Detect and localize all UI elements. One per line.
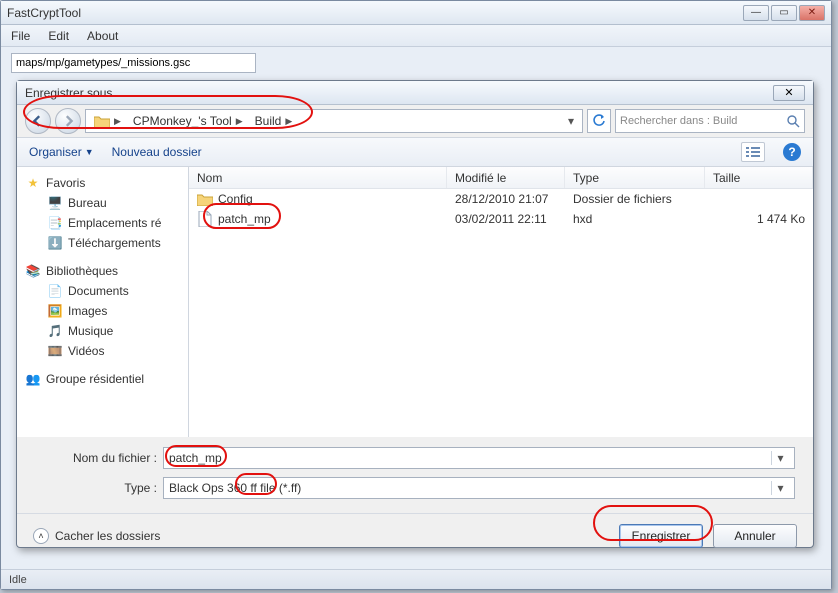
table-row[interactable]: patch_mp 03/02/2011 22:11 hxd 1 474 Ko	[189, 209, 813, 229]
save-fields: Nom du fichier : patch_mp ▾ Type : Black…	[17, 437, 813, 513]
chevron-right-icon: ▶	[285, 116, 292, 127]
folder-icon	[94, 114, 110, 128]
col-name[interactable]: Nom	[189, 167, 447, 188]
breadcrumb[interactable]: ▶ CPMonkey_'s Tool ▶ Build ▶ ▾	[85, 109, 583, 133]
menu-edit[interactable]: Edit	[48, 29, 69, 43]
nav-row: ▶ CPMonkey_'s Tool ▶ Build ▶ ▾ Recherche…	[17, 105, 813, 137]
breadcrumb-dropdown[interactable]: ▾	[562, 114, 580, 128]
col-size[interactable]: Taille	[705, 167, 813, 188]
minimize-button[interactable]: —	[743, 5, 769, 21]
folder-icon	[197, 191, 213, 207]
sidebar-item-recent[interactable]: 📑 Emplacements ré	[25, 213, 188, 233]
chevron-down-icon[interactable]: ▾	[771, 451, 789, 465]
sidebar: ★ Favoris 🖥️ Bureau 📑 Emplacements ré ⬇️…	[17, 167, 189, 437]
filename-label: Nom du fichier :	[35, 451, 163, 465]
col-modified[interactable]: Modifié le	[447, 167, 565, 188]
filetype-select[interactable]: Black Ops 360 ff file (*.ff) ▾	[163, 477, 795, 499]
maximize-button[interactable]: ▭	[771, 5, 797, 21]
menu-about[interactable]: About	[87, 29, 118, 43]
refresh-icon	[592, 114, 606, 128]
dialog-toolbar: Organiser ▼ Nouveau dossier ?	[17, 137, 813, 167]
cancel-button[interactable]: Annuler	[713, 524, 797, 548]
filename-input[interactable]: patch_mp ▾	[163, 447, 795, 469]
statusbar: Idle	[1, 569, 831, 589]
script-path-input[interactable]: maps/mp/gametypes/_missions.gsc	[11, 53, 256, 73]
sidebar-item-images[interactable]: 🖼️ Images	[25, 301, 188, 321]
dialog-footer: ˄ Cacher les dossiers Enregistrer Annule…	[17, 513, 813, 557]
sidebar-item-documents[interactable]: 📄 Documents	[25, 281, 188, 301]
hide-folders-toggle[interactable]: ˄ Cacher les dossiers	[33, 528, 160, 544]
desktop-icon: 🖥️	[47, 195, 63, 211]
table-row[interactable]: Config 28/12/2010 21:07 Dossier de fichi…	[189, 189, 813, 209]
sidebar-item-music[interactable]: 🎵 Musique	[25, 321, 188, 341]
app-title: FastCryptTool	[7, 6, 743, 20]
refresh-button[interactable]	[587, 109, 611, 133]
sidebar-item-downloads[interactable]: ⬇️ Téléchargements	[25, 233, 188, 253]
star-icon: ★	[25, 175, 41, 191]
filetype-label: Type :	[35, 481, 163, 495]
app-titlebar: FastCryptTool — ▭ ✕	[1, 1, 831, 25]
menu-file[interactable]: File	[11, 29, 30, 43]
music-icon: 🎵	[47, 323, 63, 339]
close-button[interactable]: ✕	[799, 5, 825, 21]
dialog-title: Enregistrer sous	[25, 86, 773, 100]
file-icon	[197, 211, 213, 227]
back-button[interactable]	[25, 108, 51, 134]
libraries-icon: 📚	[25, 263, 41, 279]
breadcrumb-seg-1[interactable]: CPMonkey_'s Tool ▶	[127, 110, 249, 132]
chevron-right-icon: ▶	[236, 116, 243, 127]
arrow-left-icon	[32, 115, 44, 127]
organize-button[interactable]: Organiser ▼	[29, 145, 94, 159]
breadcrumb-seg-2[interactable]: Build ▶	[249, 110, 299, 132]
homegroup-icon: 👥	[25, 371, 41, 387]
chevron-down-icon[interactable]: ▾	[771, 481, 789, 495]
menubar: File Edit About	[1, 25, 831, 47]
sidebar-libraries-head[interactable]: 📚 Bibliothèques	[25, 261, 188, 281]
save-button[interactable]: Enregistrer	[619, 524, 703, 548]
search-placeholder: Rechercher dans : Build	[620, 115, 787, 127]
file-list: Nom Modifié le Type Taille Config 28/12/…	[189, 167, 813, 437]
breadcrumb-root[interactable]: ▶	[88, 110, 127, 132]
sidebar-favorites-head[interactable]: ★ Favoris	[25, 173, 188, 193]
chevron-up-icon: ˄	[33, 528, 49, 544]
view-menu-button[interactable]	[741, 142, 765, 162]
recent-icon: 📑	[47, 215, 63, 231]
save-as-dialog: Enregistrer sous ✕ ▶ CPMonkey_'s Tool ▶ …	[16, 80, 814, 548]
search-icon	[787, 115, 800, 128]
file-list-header: Nom Modifié le Type Taille	[189, 167, 813, 189]
videos-icon: 🎞️	[47, 343, 63, 359]
sidebar-homegroup-head[interactable]: 👥 Groupe résidentiel	[25, 369, 188, 389]
status-text: Idle	[9, 574, 27, 586]
chevron-down-icon: ▼	[85, 147, 94, 157]
chevron-right-icon: ▶	[114, 116, 121, 127]
arrow-right-icon	[62, 115, 74, 127]
documents-icon: 📄	[47, 283, 63, 299]
dialog-close-button[interactable]: ✕	[773, 85, 805, 101]
downloads-icon: ⬇️	[47, 235, 63, 251]
search-input[interactable]: Rechercher dans : Build	[615, 109, 805, 133]
forward-button[interactable]	[55, 108, 81, 134]
sidebar-item-desktop[interactable]: 🖥️ Bureau	[25, 193, 188, 213]
help-button[interactable]: ?	[783, 143, 801, 161]
sidebar-item-videos[interactable]: 🎞️ Vidéos	[25, 341, 188, 361]
view-icon	[746, 146, 760, 158]
images-icon: 🖼️	[47, 303, 63, 319]
dialog-titlebar: Enregistrer sous ✕	[17, 81, 813, 105]
new-folder-button[interactable]: Nouveau dossier	[112, 145, 202, 159]
col-type[interactable]: Type	[565, 167, 705, 188]
